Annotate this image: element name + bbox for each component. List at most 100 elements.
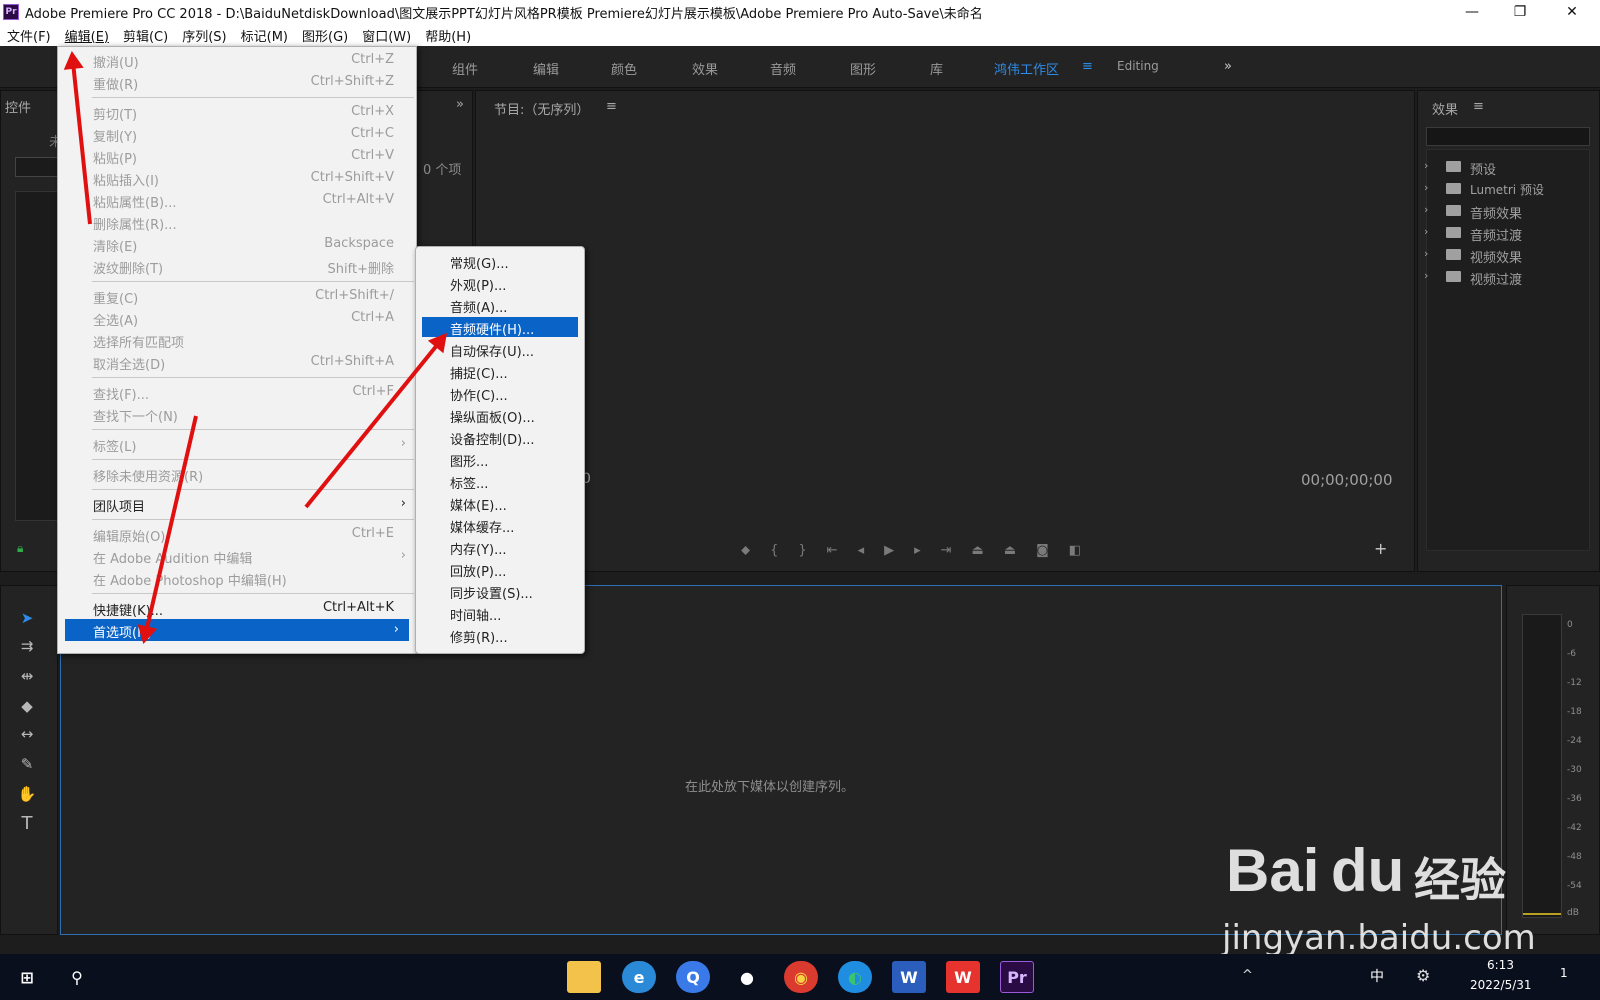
menu-item-deselect-all[interactable]: 取消全选(D) Ctrl+Shift+A — [58, 351, 416, 373]
slip-tool-icon[interactable]: ↔ — [14, 722, 40, 746]
submenu-item-device-control[interactable]: 设备控制(D)... — [422, 427, 578, 448]
ie-browser-icon[interactable]: e — [622, 961, 656, 993]
workspace-tab-custom[interactable]: 鸿伟工作区 — [994, 59, 1059, 78]
submenu-item-capture[interactable]: 捕捉(C)... — [422, 361, 578, 382]
clock-date[interactable]: 2022/5/31 — [1470, 978, 1532, 992]
project-search-input[interactable] — [15, 157, 59, 177]
workspace-tab-effects[interactable]: 效果 — [692, 59, 718, 78]
menu-item-select-all[interactable]: 全选(A) Ctrl+A — [58, 307, 416, 329]
extract-icon[interactable]: ⏏ — [1004, 543, 1016, 558]
panel-title-controls[interactable]: 控件 — [5, 97, 31, 116]
step-forward-icon[interactable]: ▸ — [914, 543, 921, 558]
effects-search-input[interactable] — [1426, 127, 1590, 146]
minimize-button[interactable]: — — [1448, 0, 1496, 24]
settings-gear-icon[interactable]: ⚙ — [1416, 966, 1430, 985]
qq-icon[interactable]: ● — [730, 961, 764, 993]
effects-item-presets[interactable]: › 预设 — [1424, 157, 1594, 178]
workspace-tab-editing[interactable]: 编辑 — [533, 59, 559, 78]
effects-item-audio-transitions[interactable]: › 音频过渡 — [1424, 223, 1594, 244]
submenu-item-timeline[interactable]: 时间轴... — [422, 603, 578, 624]
submenu-item-media-cache[interactable]: 媒体缓存... — [422, 515, 578, 536]
marker-icon[interactable]: ⬥ — [741, 543, 750, 558]
menu-item-team-projects[interactable]: 团队项目 › — [58, 493, 416, 515]
workspace-tab-editing-en[interactable]: Editing — [1117, 59, 1159, 73]
effects-item-audio-effects[interactable]: › 音频效果 — [1424, 201, 1594, 222]
submenu-item-trim[interactable]: 修剪(R)... — [422, 625, 578, 646]
ime-indicator[interactable]: 中 — [1370, 966, 1384, 986]
submenu-item-media[interactable]: 媒体(E)... — [422, 493, 578, 514]
submenu-item-appearance[interactable]: 外观(P)... — [422, 273, 578, 294]
submenu-item-control-surface[interactable]: 操纵面板(O)... — [422, 405, 578, 426]
menu-sequence[interactable]: 序列(S) — [175, 26, 233, 45]
pen-tool-icon[interactable]: ✎ — [14, 752, 40, 776]
hand-tool-icon[interactable]: ✋ — [14, 782, 40, 806]
menu-graphics[interactable]: 图形(G) — [295, 26, 355, 45]
step-back-icon[interactable]: ◂ — [858, 543, 865, 558]
menu-item-cut[interactable]: 剪切(T) Ctrl+X — [58, 101, 416, 123]
browser-icon[interactable]: Q — [676, 961, 710, 993]
menu-help[interactable]: 帮助(H) — [418, 26, 478, 45]
menu-item-paste[interactable]: 粘贴(P) Ctrl+V — [58, 145, 416, 167]
chrome-icon[interactable]: ◉ — [784, 961, 818, 993]
workspace-overflow-icon[interactable]: » — [1224, 59, 1232, 74]
add-button-icon[interactable]: + — [1374, 539, 1387, 558]
mark-out-icon[interactable]: } — [798, 543, 806, 558]
menu-item-paste-attributes[interactable]: 粘贴属性(B)... Ctrl+Alt+V — [58, 189, 416, 211]
lift-icon[interactable]: ⏏ — [972, 543, 984, 558]
submenu-item-graphics[interactable]: 图形... — [422, 449, 578, 470]
menu-clip[interactable]: 剪辑(C) — [116, 26, 175, 45]
menu-item-copy[interactable]: 复制(Y) Ctrl+C — [58, 123, 416, 145]
razor-tool-icon[interactable]: ◆ — [14, 694, 40, 718]
submenu-item-sync-settings[interactable]: 同步设置(S)... — [422, 581, 578, 602]
premiere-taskbar-icon[interactable]: Pr — [1000, 961, 1034, 993]
play-icon[interactable]: ▶ — [884, 543, 894, 558]
close-button[interactable]: ✕ — [1548, 0, 1596, 24]
mark-in-icon[interactable]: { — [770, 543, 778, 558]
menu-item-find-next[interactable]: 查找下一个(N) — [58, 403, 416, 425]
effects-item-video-effects[interactable]: › 视频效果 — [1424, 245, 1594, 266]
effects-panel-title[interactable]: 效果 — [1432, 99, 1458, 118]
go-to-in-icon[interactable]: ⇤ — [827, 543, 838, 558]
menu-window[interactable]: 窗口(W) — [355, 26, 418, 45]
export-frame-icon[interactable]: ◙ — [1036, 543, 1049, 558]
menu-item-keyboard-shortcuts[interactable]: 快捷键(K)... Ctrl+Alt+K — [58, 597, 416, 619]
selection-tool-icon[interactable]: ➤ — [14, 606, 40, 630]
menu-item-remove-unused[interactable]: 移除未使用资源(R) — [58, 463, 416, 485]
submenu-item-memory[interactable]: 内存(Y)... — [422, 537, 578, 558]
type-tool-icon[interactable]: T — [14, 812, 40, 836]
ripple-edit-tool-icon[interactable]: ⇹ — [14, 664, 40, 688]
menu-item-edit-original[interactable]: 编辑原始(O) Ctrl+E — [58, 523, 416, 545]
submenu-item-general[interactable]: 常规(G)... — [422, 251, 578, 272]
menu-file[interactable]: 文件(F) — [0, 26, 58, 45]
effects-menu-icon[interactable]: ≡ — [1473, 99, 1484, 114]
panel-overflow-icon[interactable]: » — [456, 97, 464, 112]
workspace-menu-icon[interactable]: ≡ — [1082, 59, 1093, 74]
clock-time[interactable]: 6:13 — [1487, 958, 1514, 972]
menu-edit[interactable]: 编辑(E) — [58, 26, 116, 45]
workspace-tab-libraries[interactable]: 库 — [930, 59, 943, 78]
workspace-tab-assembly[interactable]: 组件 — [452, 59, 478, 78]
submenu-item-playback[interactable]: 回放(P)... — [422, 559, 578, 580]
search-icon[interactable]: ⚲ — [60, 961, 94, 993]
menu-item-select-all-matching[interactable]: 选择所有匹配项 — [58, 329, 416, 351]
menu-item-paste-insert[interactable]: 粘贴插入(I) Ctrl+Shift+V — [58, 167, 416, 189]
menu-item-ripple-delete[interactable]: 波纹删除(T) Shift+删除 — [58, 255, 416, 277]
menu-marker[interactable]: 标记(M) — [234, 26, 295, 45]
menu-item-undo[interactable]: 撤消(U) Ctrl+Z — [58, 49, 416, 71]
submenu-item-audio[interactable]: 音频(A)... — [422, 295, 578, 316]
effects-item-video-transitions[interactable]: › 视频过渡 — [1424, 267, 1594, 288]
windows-start-icon[interactable]: ⊞ — [10, 961, 44, 993]
maximize-button[interactable]: ❐ — [1496, 0, 1544, 24]
menu-item-preferences[interactable]: 首选项(N) › — [65, 619, 409, 641]
submenu-item-labels[interactable]: 标签... — [422, 471, 578, 492]
wps-icon[interactable]: W — [946, 961, 980, 993]
effects-item-lumetri[interactable]: › Lumetri 预设 — [1424, 179, 1594, 199]
menu-item-edit-in-audition[interactable]: 在 Adobe Audition 中编辑 › — [58, 545, 416, 567]
notification-count[interactable]: 1 — [1560, 966, 1568, 980]
submenu-item-collaboration[interactable]: 协作(C)... — [422, 383, 578, 404]
program-menu-icon[interactable]: ≡ — [606, 99, 617, 114]
word-icon[interactable]: W — [892, 961, 926, 993]
menu-item-redo[interactable]: 重做(R) Ctrl+Shift+Z — [58, 71, 416, 93]
workspace-tab-audio[interactable]: 音频 — [770, 59, 796, 78]
menu-item-edit-in-photoshop[interactable]: 在 Adobe Photoshop 中编辑(H) — [58, 567, 416, 589]
